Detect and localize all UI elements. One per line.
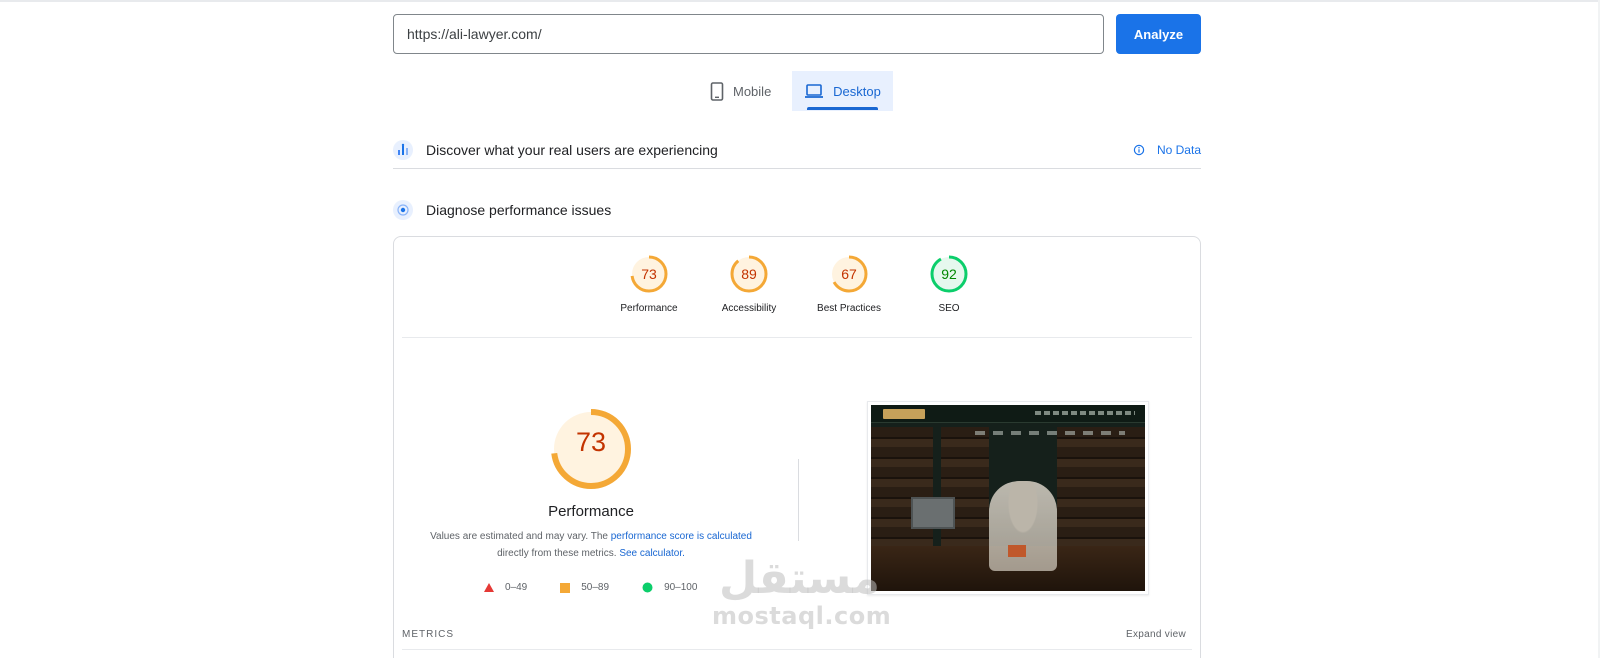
square-icon	[560, 582, 571, 593]
performance-score-link[interactable]: performance score is calculated	[611, 531, 752, 542]
analyze-button[interactable]: Analyze	[1116, 14, 1201, 54]
gauge-seo[interactable]: 92 SEO	[904, 253, 994, 314]
legend-pass: 90–100	[642, 582, 697, 593]
legend-pass-range: 90–100	[664, 582, 698, 593]
metrics-heading: METRICS	[402, 629, 454, 640]
gauge-accessibility[interactable]: 89 Accessibility	[704, 253, 794, 314]
tab-mobile-label: Mobile	[733, 83, 772, 99]
url-input[interactable]	[393, 14, 1104, 54]
metrics-divider	[402, 649, 1192, 650]
gauge-label: Accessibility	[721, 303, 777, 314]
category-gauges: 73 Performance 89 Accessibility 67 Best …	[394, 253, 1202, 317]
top-rule	[0, 0, 1600, 2]
gauge-score: 73	[641, 266, 657, 282]
performance-title: Performance	[548, 503, 634, 520]
tab-mobile[interactable]: Mobile	[710, 71, 792, 111]
note-prefix: Values are estimated and may vary. The	[430, 531, 611, 542]
info-icon	[1133, 144, 1145, 156]
gauge-score: 67	[841, 266, 857, 282]
legend-fail: 0–49	[484, 582, 527, 593]
smartphone-icon	[710, 81, 724, 101]
gauge-label: Best Practices	[817, 303, 881, 314]
legend-average-range: 50–89	[581, 582, 610, 593]
note-mid: directly from these metrics.	[497, 548, 620, 559]
crux-section-header: Discover what your real users are experi…	[393, 131, 1201, 169]
circle-icon	[642, 582, 653, 593]
performance-score: 73	[575, 427, 607, 457]
vertical-divider	[798, 459, 799, 541]
score-legend: 0–49 50–89 90–100	[484, 582, 730, 593]
expand-view-button[interactable]: Expand view	[1126, 629, 1186, 640]
no-data-link[interactable]: No Data	[1133, 143, 1201, 157]
crux-bars-icon	[393, 139, 413, 160]
mostaql-watermark: مستقل mostaql.com	[712, 553, 892, 630]
page-screenshot[interactable]	[867, 401, 1149, 595]
gauges-divider	[402, 337, 1192, 338]
tab-desktop-label: Desktop	[833, 83, 881, 99]
triangle-icon	[484, 583, 494, 592]
gauge-best-practices[interactable]: 67 Best Practices	[804, 253, 894, 314]
page-screenshot-image	[871, 405, 1145, 591]
watermark-arabic: مستقل	[719, 553, 880, 604]
lighthouse-icon	[393, 200, 413, 220]
gauge-performance[interactable]: 73 Performance	[604, 253, 694, 314]
gauge-score: 89	[741, 266, 757, 282]
gauge-label: SEO	[938, 303, 960, 314]
gauge-score: 92	[941, 266, 957, 282]
tab-desktop[interactable]: Desktop	[792, 71, 893, 111]
crux-title: Discover what your real users are experi…	[426, 141, 718, 158]
gauge-label: Performance	[620, 303, 678, 314]
diagnose-title: Diagnose performance issues	[426, 202, 612, 218]
diagnose-section-header: Diagnose performance issues	[393, 198, 1201, 222]
no-data-label: No Data	[1156, 142, 1201, 157]
laptop-icon	[804, 83, 824, 99]
legend-fail-range: 0–49	[505, 582, 528, 593]
see-calculator-link[interactable]: See calculator.	[619, 548, 685, 559]
performance-big-gauge: 73	[549, 407, 633, 491]
legend-average: 50–89	[560, 582, 609, 593]
watermark-latin: mostaql.com	[712, 602, 892, 630]
